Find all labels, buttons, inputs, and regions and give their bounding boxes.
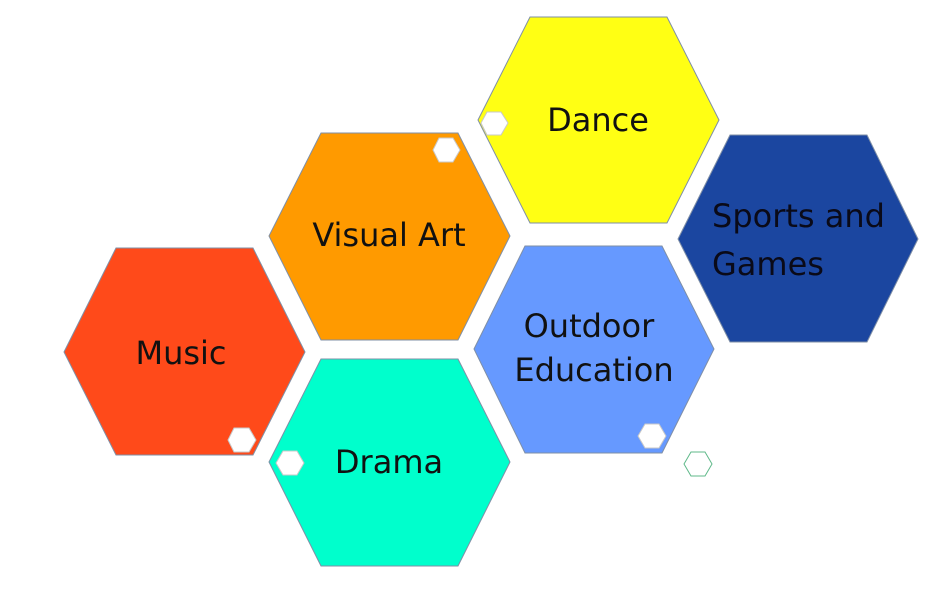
hex-dance-label: Dance xyxy=(547,101,649,139)
hex-sports-and-games-label-line-2: Games xyxy=(712,245,824,283)
hex-music-label: Music xyxy=(135,334,226,372)
small-hexagon-outline xyxy=(683,451,713,477)
hex-outdoor-education-shape xyxy=(473,245,715,454)
hex-outdoor-education-label-line-2: Education xyxy=(514,351,673,389)
hex-music: Music xyxy=(63,247,306,456)
hex-outdoor-education: Outdoor Education xyxy=(473,245,715,454)
hex-drama-label-line-1: Drama xyxy=(335,443,443,481)
hex-visual-art-label: Visual Art xyxy=(312,216,465,254)
hex-drama: Drama xyxy=(268,358,511,567)
hex-dance-label-line-1: Dance xyxy=(547,101,649,139)
hex-sports-and-games-label-line-1: Sports and xyxy=(712,197,885,235)
hex-sports-and-games-shape xyxy=(677,134,919,343)
hex-dance: Dance xyxy=(477,16,720,224)
hex-sports-and-games: Sports and Games xyxy=(677,134,919,343)
activity-hexagon-diagram: Dance Visual Art Sports and Games Music … xyxy=(63,16,919,567)
hex-outdoor-education-label-line-1: Outdoor xyxy=(524,307,655,345)
hex-drama-label: Drama xyxy=(335,443,443,481)
hex-visual-art: Visual Art xyxy=(268,132,511,341)
hex-visual-art-label-line-1: Visual Art xyxy=(312,216,465,254)
hex-music-label-line-1: Music xyxy=(135,334,226,372)
